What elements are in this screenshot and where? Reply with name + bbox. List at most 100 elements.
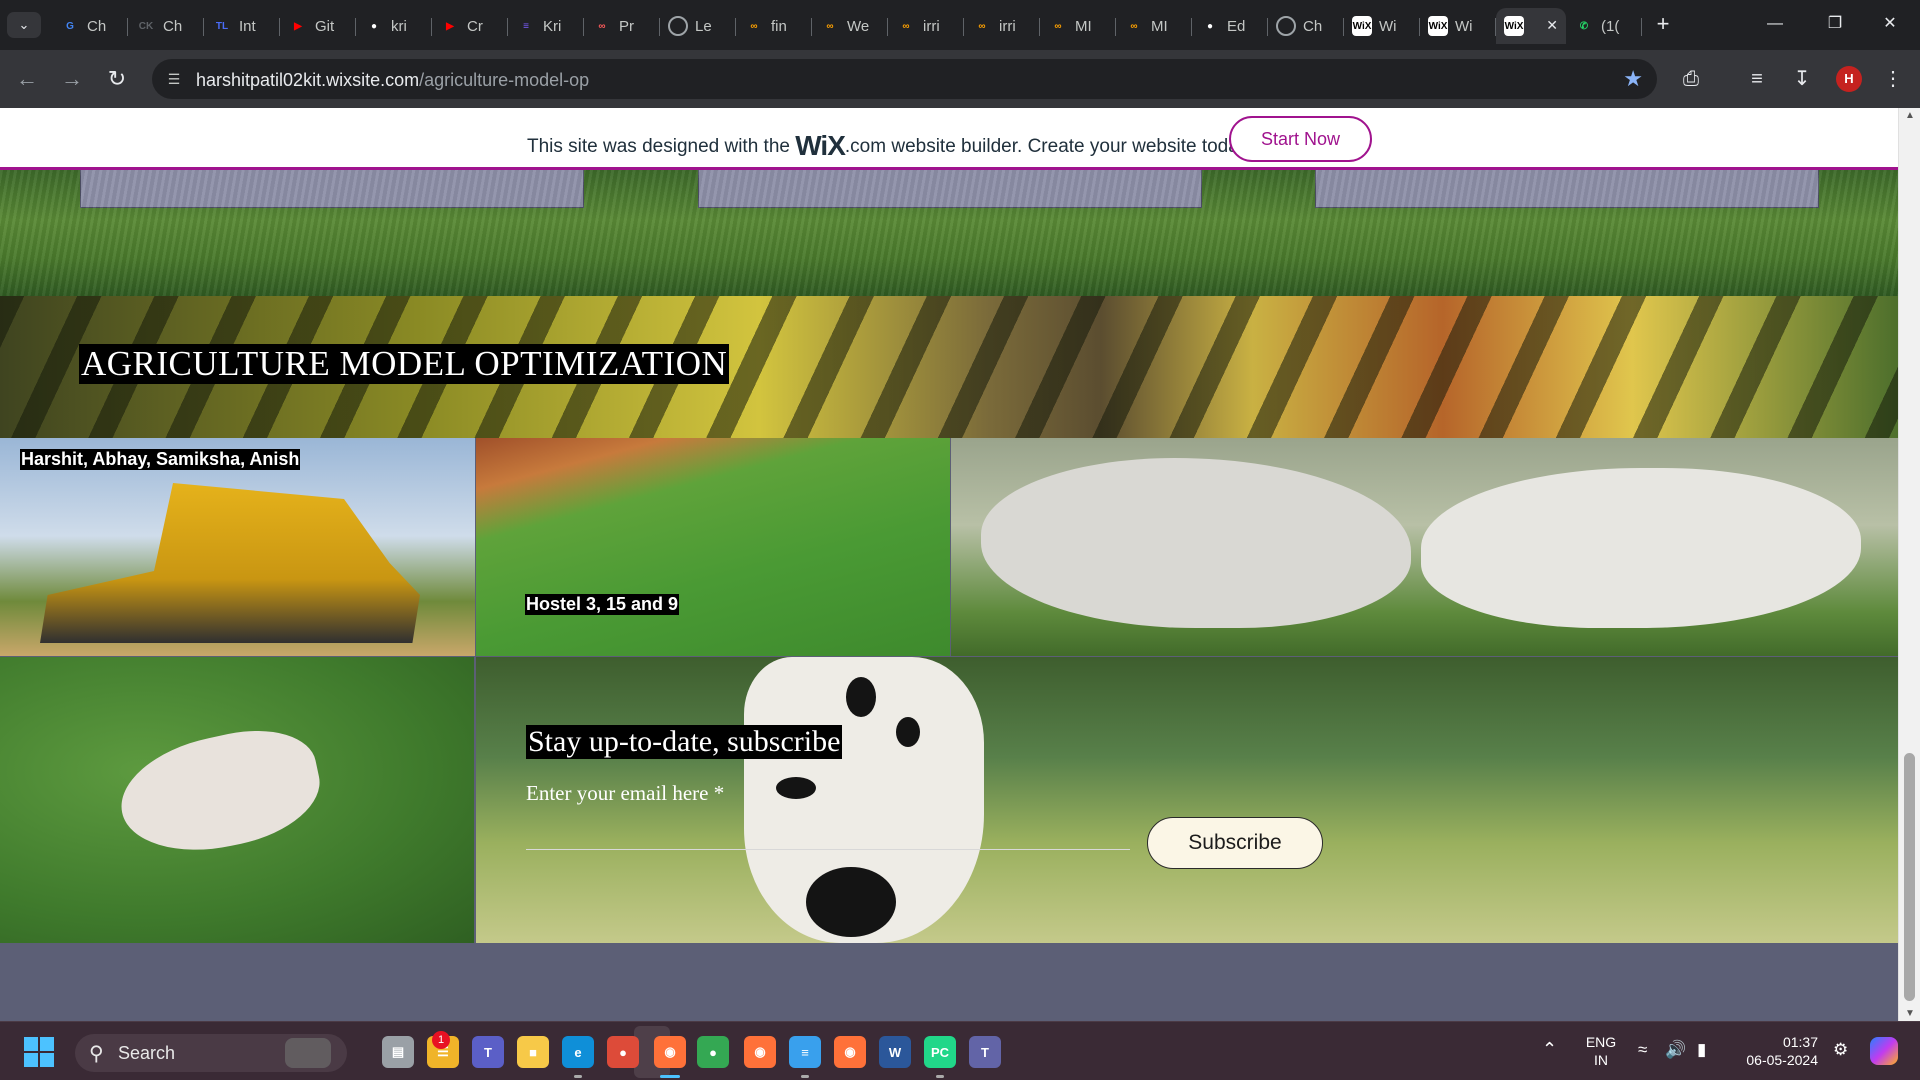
browser-tab[interactable]: ● Ed	[1192, 8, 1268, 44]
browser-tab[interactable]: ∞ MI	[1116, 8, 1192, 44]
profile-avatar[interactable]: H	[1836, 66, 1862, 92]
google-icon: G	[66, 20, 74, 32]
browser-tab[interactable]: ✆ (1(	[1566, 8, 1642, 44]
language-indicator[interactable]: ENG IN	[1583, 1033, 1619, 1069]
github-icon: ●	[1206, 20, 1214, 32]
windows-taskbar: ⚲ Search 1 ▤ ☰ T ■ e ● ◉ ● ◉ ≡ ◉ W PC T ⌃ ENG IN ≈ 🔊 ▮…	[0, 1021, 1920, 1080]
ck-icon: CK	[138, 20, 154, 32]
browser-tab[interactable]: G Ch	[52, 8, 128, 44]
taskbar-search[interactable]: ⚲ Search	[75, 1034, 347, 1072]
wix-ad-text: This site was designed with the WiX.com …	[527, 127, 1252, 161]
url-host: harshitpatil02kit.wixsite.com	[196, 70, 420, 90]
browser-tab[interactable]: Le	[660, 8, 736, 44]
tab-label: Int	[239, 17, 256, 35]
field-photo	[476, 438, 950, 656]
subscribe-button[interactable]: Subscribe	[1147, 817, 1323, 869]
tab-label: Git	[315, 17, 335, 35]
show-hidden-icons-icon[interactable]: ⌃	[1542, 1039, 1557, 1060]
browser-tab[interactable]: ∞ irri	[888, 8, 964, 44]
battery-icon[interactable]: ▮	[1697, 1040, 1706, 1060]
browser-tab[interactable]: ▶ Git	[280, 8, 356, 44]
browser-tab[interactable]: ∞ MI	[1040, 8, 1116, 44]
copilot-icon[interactable]	[1870, 1037, 1898, 1065]
menu-icon[interactable]: ⋮	[1878, 64, 1908, 94]
scroll-thumb[interactable]	[1904, 753, 1915, 1001]
chevron-down-icon: ⌄	[18, 17, 30, 32]
tl-icon: TL	[215, 20, 229, 32]
loop-icon: ∞	[598, 20, 606, 32]
loop-icon: ∞	[1054, 20, 1062, 32]
tab-label: Wi	[1455, 17, 1473, 35]
content-panel	[698, 170, 1202, 208]
chrome-icon[interactable]: ◉	[654, 1036, 686, 1078]
tab-label: Kri	[543, 17, 562, 35]
bookmark-star-icon[interactable]: ★	[1623, 67, 1643, 91]
region-code: IN	[1594, 1052, 1608, 1068]
tab-label: Ch	[163, 17, 183, 35]
loop-icon: ∞	[750, 20, 758, 32]
scroll-down-arrow-icon[interactable]: ▼	[1905, 1008, 1915, 1019]
widgets-icon[interactable]: T	[472, 1036, 504, 1068]
browser-tab[interactable]: WiX Wi	[1344, 8, 1420, 44]
team-names: Harshit, Abhay, Samiksha, Anish	[20, 449, 301, 470]
whatsapp-icon: ✆	[1579, 20, 1589, 32]
file-explorer-icon[interactable]: ▤	[382, 1036, 414, 1068]
download-icon[interactable]: ↧	[1787, 64, 1817, 94]
tab-strip: ⌄ G Ch CK Ch TL Int ▶ Git ● kri ▶ Cr ≡ Kri ∞ Pr Le ∞ fin ∞ W…	[0, 0, 1920, 50]
folder-icon[interactable]: e	[562, 1036, 594, 1078]
close-window-button[interactable]: ✕	[1870, 10, 1910, 38]
restore-button[interactable]: ❐	[1815, 10, 1855, 38]
wifi-icon[interactable]: ≈	[1638, 1040, 1647, 1060]
chrome-icon[interactable]: ◉	[834, 1036, 866, 1068]
back-button[interactable]: ←	[12, 64, 42, 94]
reload-button[interactable]: ↻	[102, 64, 132, 94]
loop-icon: ∞	[978, 20, 986, 32]
wix-ad-prefix: This site was designed with the	[527, 136, 790, 157]
browser-tab[interactable]: ≡ Kri	[508, 8, 584, 44]
word-icon[interactable]: W	[879, 1036, 911, 1068]
tab-label: Cr	[467, 17, 483, 35]
clock[interactable]: 01:37 06-05-2024	[1740, 1033, 1818, 1069]
notepad-icon[interactable]: ≡	[789, 1036, 821, 1078]
media-control-icon[interactable]: ≡	[1742, 64, 1772, 94]
scroll-up-arrow-icon[interactable]: ▲	[1905, 110, 1915, 121]
browser-tab[interactable]: Ch	[1268, 8, 1344, 44]
notification-center-icon[interactable]: ⚙	[1833, 1040, 1848, 1060]
start-now-button[interactable]: Start Now	[1229, 116, 1372, 162]
close-tab-icon[interactable]: ✕	[1546, 17, 1558, 34]
browser-tab[interactable]: TL Int	[204, 8, 280, 44]
browser-tab[interactable]: ∞ irri	[964, 8, 1040, 44]
email-input[interactable]	[526, 810, 1130, 850]
browser-tab[interactable]: CK Ch	[128, 8, 204, 44]
browser-tab[interactable]: ∞ Pr	[584, 8, 660, 44]
tab-search-button[interactable]: ⌄	[7, 12, 41, 38]
browser-tab[interactable]: ∞ fin	[736, 8, 812, 44]
tab-active[interactable]: WiX ✕	[1496, 8, 1566, 44]
browser-tab[interactable]: ● kri	[356, 8, 432, 44]
minimize-button[interactable]: —	[1755, 10, 1795, 38]
new-tab-button[interactable]: +	[1652, 12, 1674, 38]
teams-icon[interactable]: ■	[517, 1036, 549, 1068]
wix-logo[interactable]: WiX	[795, 130, 846, 161]
harvester-photo	[0, 438, 475, 656]
url-text[interactable]: harshitpatil02kit.wixsite.com/agricultur…	[196, 70, 589, 91]
lambs-photo	[951, 438, 1898, 656]
extensions-icon[interactable]: ⎙	[1676, 64, 1706, 94]
tab-label: We	[847, 17, 870, 35]
site-info-icon[interactable]: ☰	[164, 69, 184, 89]
clock-date: 06-05-2024	[1746, 1052, 1818, 1068]
forward-button[interactable]: →	[57, 64, 87, 94]
pycharm-icon[interactable]: PC	[924, 1036, 956, 1078]
chrome-icon[interactable]: ◉	[744, 1036, 776, 1068]
browser-tab[interactable]: ▶ Cr	[432, 8, 508, 44]
edge-icon[interactable]: ●	[607, 1036, 639, 1068]
address-bar[interactable]: ☰ harshitpatil02kit.wixsite.com/agricult…	[152, 59, 1657, 99]
teams-new-icon[interactable]: T	[969, 1036, 1001, 1068]
windows-start-icon[interactable]	[24, 1037, 54, 1067]
browser-tab[interactable]: ∞ We	[812, 8, 888, 44]
firefox-icon[interactable]: ●	[697, 1036, 729, 1068]
volume-icon[interactable]: 🔊	[1665, 1040, 1686, 1060]
browser-tab[interactable]: WiX Wi	[1420, 8, 1496, 44]
search-icon: ⚲	[89, 1043, 104, 1065]
page-scrollbar[interactable]: ▲ ▼	[1898, 108, 1920, 1021]
